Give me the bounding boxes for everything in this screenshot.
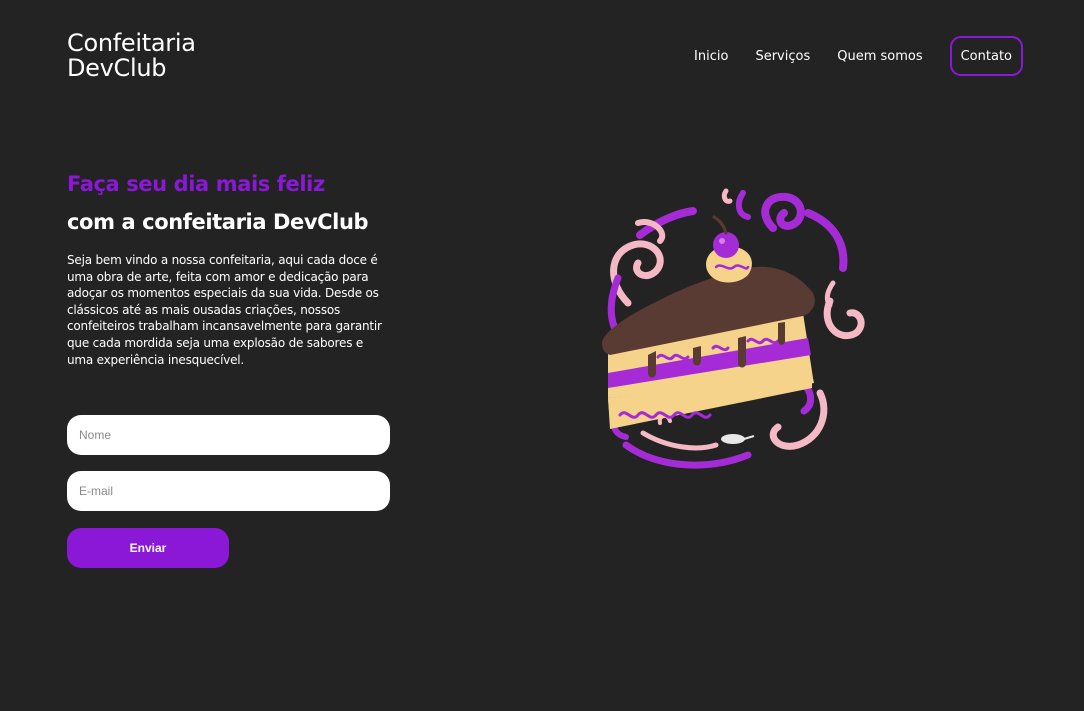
hero-title: com a confeitaria DevClub: [67, 210, 369, 234]
main-nav: Inicio Serviços Quem somos Contato: [694, 36, 1023, 76]
name-input[interactable]: [67, 415, 390, 455]
cake-slice-icon: [602, 188, 865, 469]
email-input[interactable]: [67, 471, 390, 511]
logo-line-2: DevClub: [67, 54, 167, 82]
hero-title-highlight: Faça seu dia mais feliz: [67, 172, 325, 196]
nav-contact-button[interactable]: Contato: [949, 36, 1023, 76]
send-button[interactable]: Enviar: [67, 528, 229, 568]
logo-line-1: Confeitaria: [67, 29, 196, 57]
logo[interactable]: Confeitaria DevClub: [67, 31, 196, 81]
hero-description: Seja bem vindo a nossa confeitaria, aqui…: [67, 253, 382, 367]
nav-link-quem-somos[interactable]: Quem somos: [837, 49, 922, 64]
nav-link-servicos[interactable]: Serviços: [755, 49, 810, 64]
nav-link-inicio[interactable]: Inicio: [694, 49, 728, 64]
page: Confeitaria DevClub Inicio Serviços Quem…: [0, 0, 1084, 711]
